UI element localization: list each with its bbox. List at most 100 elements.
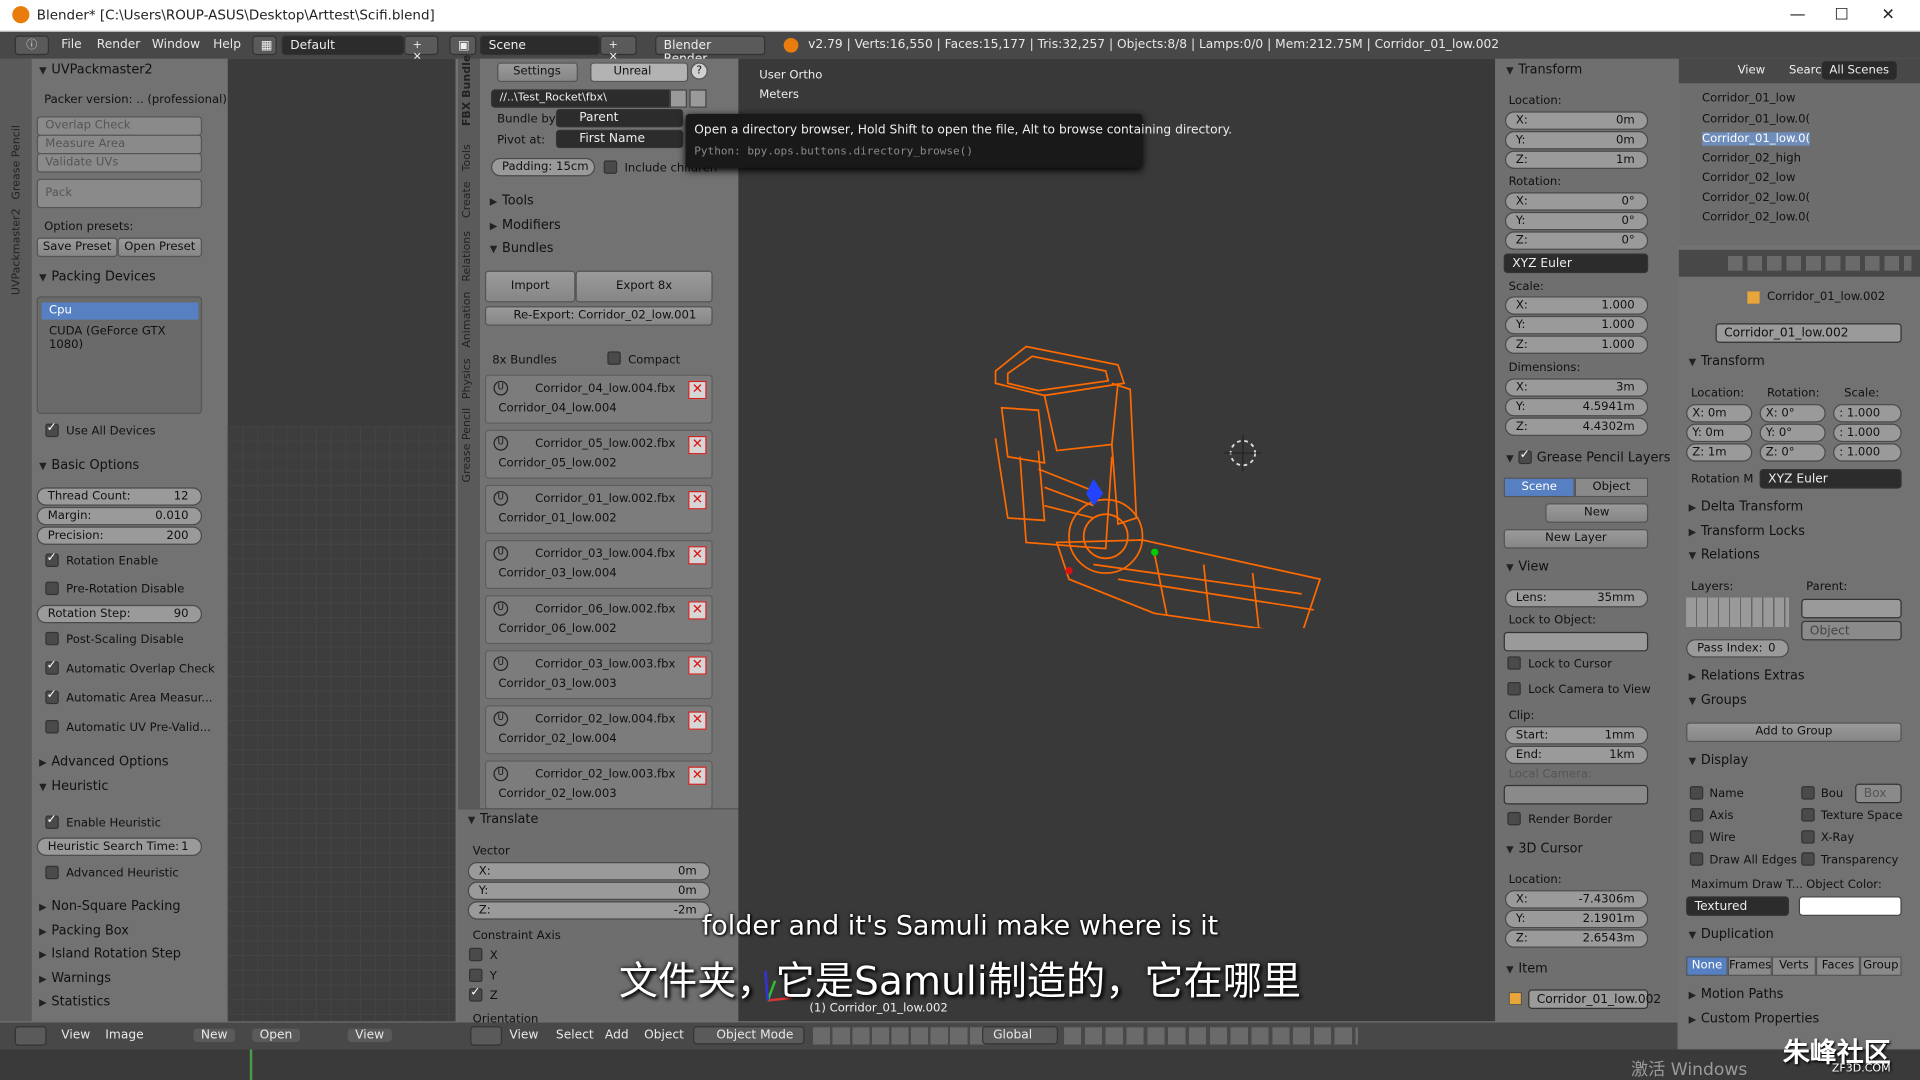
gp-new-button[interactable]: New xyxy=(1545,503,1649,523)
display-bounds-checkbox[interactable] xyxy=(1801,786,1815,800)
thread-count-field[interactable]: Thread Count: 12 xyxy=(36,487,203,506)
remove-bundle-icon[interactable]: ✕ xyxy=(688,546,707,565)
menu-window[interactable]: Window xyxy=(152,38,200,51)
measure-area-button[interactable]: Measure Area xyxy=(36,134,203,155)
relations-extras-header[interactable]: ▶ Relations Extras xyxy=(1689,669,1805,684)
outliner-display-mode[interactable]: All Scenes xyxy=(1822,61,1897,80)
transform-orientation-select[interactable]: Global xyxy=(982,1026,1058,1045)
tab-relations[interactable]: Relations xyxy=(462,231,474,282)
lock-camera-checkbox[interactable] xyxy=(1507,682,1521,696)
margin-field[interactable]: Margin: 0.010 xyxy=(36,506,203,526)
props-scale-x[interactable]: : 1.000 xyxy=(1833,404,1902,423)
display-name-checkbox[interactable] xyxy=(1689,786,1704,800)
remove-bundle-icon[interactable]: ✕ xyxy=(688,711,707,730)
pivot-select[interactable]: First Name xyxy=(555,129,684,149)
groups-header[interactable]: ▼ Groups xyxy=(1689,693,1747,708)
render-border-checkbox[interactable] xyxy=(1507,811,1521,826)
props-scale-z[interactable]: : 1.000 xyxy=(1833,443,1902,462)
display-header[interactable]: ▼ Display xyxy=(1689,753,1749,768)
outliner-item[interactable]: Corridor_01_low xyxy=(1702,92,1795,105)
remove-bundle-icon[interactable]: ✕ xyxy=(688,491,707,510)
bounds-type-select[interactable]: Box xyxy=(1855,783,1902,804)
use-all-devices-checkbox[interactable] xyxy=(45,421,59,438)
editor-type-icon[interactable]: ⓘ xyxy=(14,35,49,56)
n-dim-z[interactable]: Z: 4.4302m xyxy=(1504,417,1649,436)
help-icon[interactable]: ? xyxy=(690,62,708,80)
uv-view-menu[interactable]: View xyxy=(61,1029,90,1042)
advanced-heuristic-checkbox[interactable] xyxy=(45,865,59,880)
props-scale-y[interactable]: : 1.000 xyxy=(1833,423,1902,443)
tools-header[interactable]: ▶ Tools xyxy=(490,193,534,208)
local-camera-field[interactable] xyxy=(1503,784,1649,805)
add-to-group-button[interactable]: Add to Group xyxy=(1686,722,1902,743)
scene-add-remove[interactable]: + ✕ xyxy=(600,35,637,64)
gp-object-tab[interactable]: Object xyxy=(1574,477,1649,498)
bundle-item[interactable]: U Corridor_05_low.002.fbx Corridor_05_low.… xyxy=(484,429,713,479)
n-scale-y[interactable]: Y: 1.000 xyxy=(1504,315,1649,335)
scene-icon[interactable]: ▣ xyxy=(449,35,477,56)
device-cuda[interactable]: CUDA (GeForce GTX 1080) xyxy=(49,324,201,351)
n-rot-y[interactable]: Y: 0° xyxy=(1504,211,1649,231)
3d-editor-type-icon[interactable] xyxy=(470,1026,503,1046)
lock-object-field[interactable] xyxy=(1503,631,1649,652)
3d-select-menu[interactable]: Select xyxy=(556,1029,594,1042)
timeline-strip[interactable]: 激活 Windows xyxy=(0,1049,1920,1080)
uv-editor-canvas[interactable] xyxy=(227,58,456,1022)
n-scale-x[interactable]: X: 1.000 xyxy=(1504,296,1649,315)
enable-heuristic-checkbox[interactable] xyxy=(45,813,59,829)
xray-checkbox[interactable] xyxy=(1801,830,1815,844)
pack-button[interactable]: Pack xyxy=(36,178,203,209)
compact-checkbox[interactable] xyxy=(607,351,621,365)
parent-field[interactable] xyxy=(1801,598,1902,619)
uv-editor-type-icon[interactable] xyxy=(14,1026,47,1046)
tab-create[interactable]: Create xyxy=(462,181,474,218)
rotation-step-field[interactable]: Rotation Step: 90 xyxy=(36,604,203,624)
remove-bundle-icon[interactable]: ✕ xyxy=(688,435,707,455)
props-rot-x[interactable]: X: 0° xyxy=(1759,404,1826,423)
basic-options-header[interactable]: ▼ Basic Options xyxy=(39,458,139,473)
open-preset-button[interactable]: Open Preset xyxy=(117,237,203,258)
n-rot-x[interactable]: X: 0° xyxy=(1504,192,1649,211)
menu-render[interactable]: Render xyxy=(97,38,141,51)
heuristic-time-field[interactable]: Heuristic Search Time: 1 xyxy=(36,837,203,856)
outliner-item[interactable]: Corridor_01_low.0( xyxy=(1702,132,1811,146)
tab-physics[interactable]: Physics xyxy=(462,358,474,399)
folder-open-icon[interactable] xyxy=(689,89,707,108)
n-rotation-mode[interactable]: XYZ Euler xyxy=(1503,253,1649,274)
include-children-checkbox[interactable] xyxy=(603,160,618,174)
close-button[interactable]: ✕ xyxy=(1866,5,1910,27)
pass-index-field[interactable]: Pass Index: 0 xyxy=(1686,639,1789,658)
outliner-item[interactable]: Corridor_02_low.0( xyxy=(1702,191,1810,204)
props-rot-z[interactable]: Z: 0° xyxy=(1759,443,1826,462)
bundle-item[interactable]: U Corridor_03_low.003.fbx Corridor_03_low.… xyxy=(484,650,713,700)
export-button[interactable]: Export 8x xyxy=(575,270,713,303)
props-loc-x[interactable]: X: 0m xyxy=(1686,404,1753,423)
outliner-item[interactable]: Corridor_01_low.0( xyxy=(1702,113,1810,126)
transparency-checkbox[interactable] xyxy=(1801,852,1815,866)
bundle-item[interactable]: U Corridor_01_low.002.fbx Corridor_01_low.… xyxy=(484,484,713,534)
delta-transform-header[interactable]: ▶ Delta Transform xyxy=(1689,500,1804,515)
3d-object-menu[interactable]: Object xyxy=(644,1029,684,1042)
auto-uv-checkbox[interactable] xyxy=(45,720,59,734)
props-loc-y[interactable]: Y: 0m xyxy=(1686,423,1753,443)
bundle-item[interactable]: U Corridor_04_low.004.fbx Corridor_04_low.… xyxy=(484,374,713,424)
precision-field[interactable]: Precision: 200 xyxy=(36,526,203,545)
rotation-enable-checkbox[interactable] xyxy=(45,551,59,567)
tab-grease-pencil[interactable]: Grease Pencil xyxy=(11,125,23,200)
transform-locks-header[interactable]: ▶ Transform Locks xyxy=(1689,524,1805,539)
3d-add-menu[interactable]: Add xyxy=(605,1029,629,1042)
gp-new-layer-button[interactable]: New Layer xyxy=(1503,528,1649,549)
layout-field[interactable]: Default xyxy=(281,35,405,56)
n-loc-y[interactable]: Y: 0m xyxy=(1504,131,1649,150)
padding-field[interactable]: Padding: 15cm xyxy=(491,157,596,177)
layout-add-remove[interactable]: + ✕ xyxy=(404,35,439,64)
translate-header[interactable]: ▼ Translate xyxy=(468,812,539,827)
props-rot-y[interactable]: Y: 0° xyxy=(1759,423,1826,443)
validate-uvs-button[interactable]: Validate UVs xyxy=(36,153,203,173)
save-preset-button[interactable]: Save Preset xyxy=(36,237,118,258)
interaction-mode-select[interactable]: Object Mode xyxy=(693,1026,805,1045)
maximize-button[interactable]: ☐ xyxy=(1820,5,1864,27)
lock-cursor-checkbox[interactable] xyxy=(1507,656,1521,670)
layout-icon[interactable]: ▦ xyxy=(252,35,277,56)
uv-view-mode-select[interactable]: View xyxy=(347,1028,392,1043)
